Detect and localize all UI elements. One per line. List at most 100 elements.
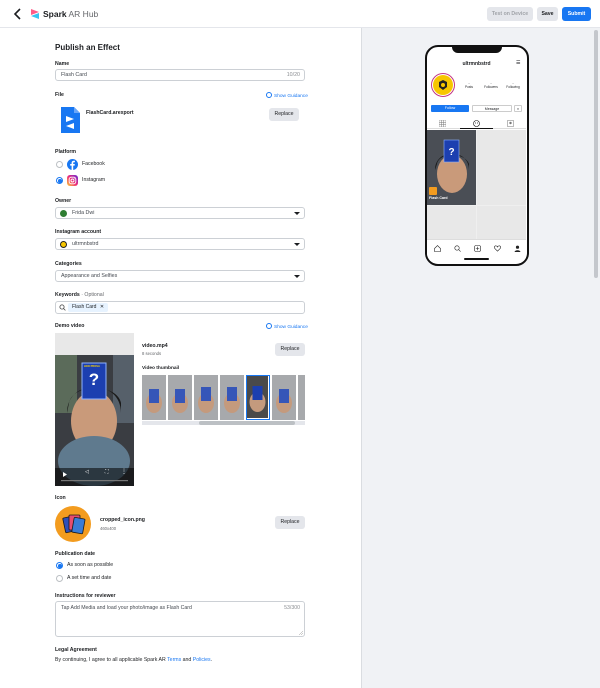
facebook-radio[interactable] [56,161,63,168]
thumbnail-3[interactable] [194,375,218,420]
thumbnail-strip[interactable] [142,375,305,420]
set-time-label: A set time and date [67,575,112,581]
instagram-icon [67,175,78,186]
instructions-char-count: 53/300 [284,605,300,611]
name-input[interactable]: Flash Card 10/20 [55,69,305,81]
show-guidance-link[interactable]: Show Guidance [266,323,308,330]
icon-label: Icon [55,495,66,501]
thumbnail-scroll-thumb[interactable] [199,421,295,425]
play-icon[interactable] [61,469,68,477]
fullscreen-icon[interactable]: ⛶ [105,469,111,476]
arexport-file-icon [59,106,81,134]
video-duration: 8 seconds [142,351,162,356]
replace-file-button[interactable]: Replace [269,108,299,121]
replace-icon-button[interactable]: Replace [275,516,305,529]
save-button[interactable]: Save [537,7,558,21]
home-indicator [464,258,489,260]
effect-icon-preview [55,506,91,542]
video-thumbnail-label: Video thumbnail [142,366,180,371]
owner-value: Frida Dwi [72,210,95,216]
file-name: FlashCard.arexport [86,110,134,116]
back-arrow-icon[interactable] [13,8,23,20]
submit-button[interactable]: Submit [562,7,591,21]
preview-scrollbar[interactable] [594,30,598,278]
home-icon[interactable] [434,245,441,252]
replace-video-button[interactable]: Replace [275,343,305,356]
check-circle-icon [266,92,272,98]
menu-icon[interactable]: ☰ [516,61,522,67]
instagram-account-select[interactable]: ultrmnbstrd [55,238,305,250]
categories-label: Categories [55,261,82,267]
instructions-value: Tap Add Media and load your photo/image … [61,605,192,611]
check-circle-icon [266,323,272,329]
instagram-account-value: ultrmnbstrd [72,241,99,247]
icon-dimensions: 460x400 [100,526,117,531]
facebook-icon [67,159,78,170]
stat-followers: - Followers [484,80,498,89]
instagram-radio[interactable] [56,177,63,184]
chip-close-icon[interactable]: ✕ [100,304,104,310]
test-on-device-button[interactable]: Test on Device [487,7,533,21]
spark-ar-logo-icon [29,7,41,21]
facebook-label: Facebook [82,161,105,167]
owner-select[interactable]: Frida Dwi [55,207,305,219]
demo-video-label: Demo video [55,323,85,329]
thumbnail-7[interactable] [298,375,305,420]
new-post-icon[interactable] [474,245,481,252]
tagged-tab-icon[interactable] [507,120,514,127]
thumbnail-4[interactable] [220,375,244,420]
page-title: Publish an Effect [55,43,120,52]
effects-tab-icon[interactable] [473,120,480,127]
owner-label: Owner [55,198,72,204]
show-guidance-link[interactable]: Show Guidance [266,92,308,99]
keywords-input[interactable]: Flash Card ✕ [55,301,305,314]
policies-link[interactable]: Policies [193,657,211,663]
publication-date-label: Publication date [55,551,96,557]
terms-link[interactable]: Terms [167,657,181,663]
asap-label: As soon as possible [67,562,114,568]
legal-agreement-label: Legal Agreement [55,647,97,653]
effect-tile-label: Flash Card [429,196,448,200]
keyword-chip[interactable]: Flash Card ✕ [68,303,109,312]
svg-text:?: ? [448,147,454,158]
video-file-name: video.mp4 [142,343,168,349]
chevron-down-icon [294,212,300,215]
instructions-textarea[interactable]: Tap Add Media and load your photo/image … [55,601,305,637]
name-char-count: 10/20 [286,72,300,78]
effect-tile[interactable]: ? Flash Card [427,130,476,205]
active-tab-indicator [460,128,493,129]
name-label: Name [55,61,70,67]
instructions-label: Instructions for reviewer [55,593,116,599]
profile-avatar [431,73,455,97]
effects-grid: ? Flash Card [427,130,526,252]
svg-text:?: ? [89,370,99,389]
message-button[interactable]: Message [472,105,512,112]
thumbnail-1[interactable] [142,375,166,420]
search-icon[interactable] [454,245,461,252]
resize-handle-icon[interactable] [298,630,304,636]
name-value: Flash Card [61,72,87,78]
keywords-label: Keywords · Optional [55,292,104,298]
set-time-radio[interactable] [56,575,63,582]
categories-select[interactable]: Appearance and Selfies [55,270,305,282]
legal-agreement-text: By continuing, I agree to all applicable… [55,657,213,663]
follow-button[interactable]: Follow [431,105,469,112]
top-bar: Spark AR Hub Test on Device Save Submit [0,0,600,28]
thumbnail-6[interactable] [272,375,296,420]
thumbnail-5-selected[interactable] [246,375,270,420]
demo-video-player[interactable]: ? HOO PROSA ◁ ⛶ ⋮ [55,333,134,486]
instagram-account-label: Instagram account [55,229,102,235]
thumbnail-scrollbar[interactable] [142,421,305,425]
asap-radio[interactable] [56,562,63,569]
search-icon [59,304,66,311]
suggested-dropdown-icon[interactable]: ▾ [514,105,522,112]
heart-icon[interactable] [494,245,501,252]
card-text: HOO PROSA [84,365,100,368]
volume-icon[interactable]: ◁ [85,469,91,476]
thumbnail-2[interactable] [168,375,192,420]
grid-tab-icon[interactable] [438,119,447,128]
bottom-nav [427,239,526,263]
stat-posts: - Posts [465,80,473,89]
more-icon[interactable]: ⋮ [121,468,127,476]
profile-icon[interactable] [514,245,521,252]
